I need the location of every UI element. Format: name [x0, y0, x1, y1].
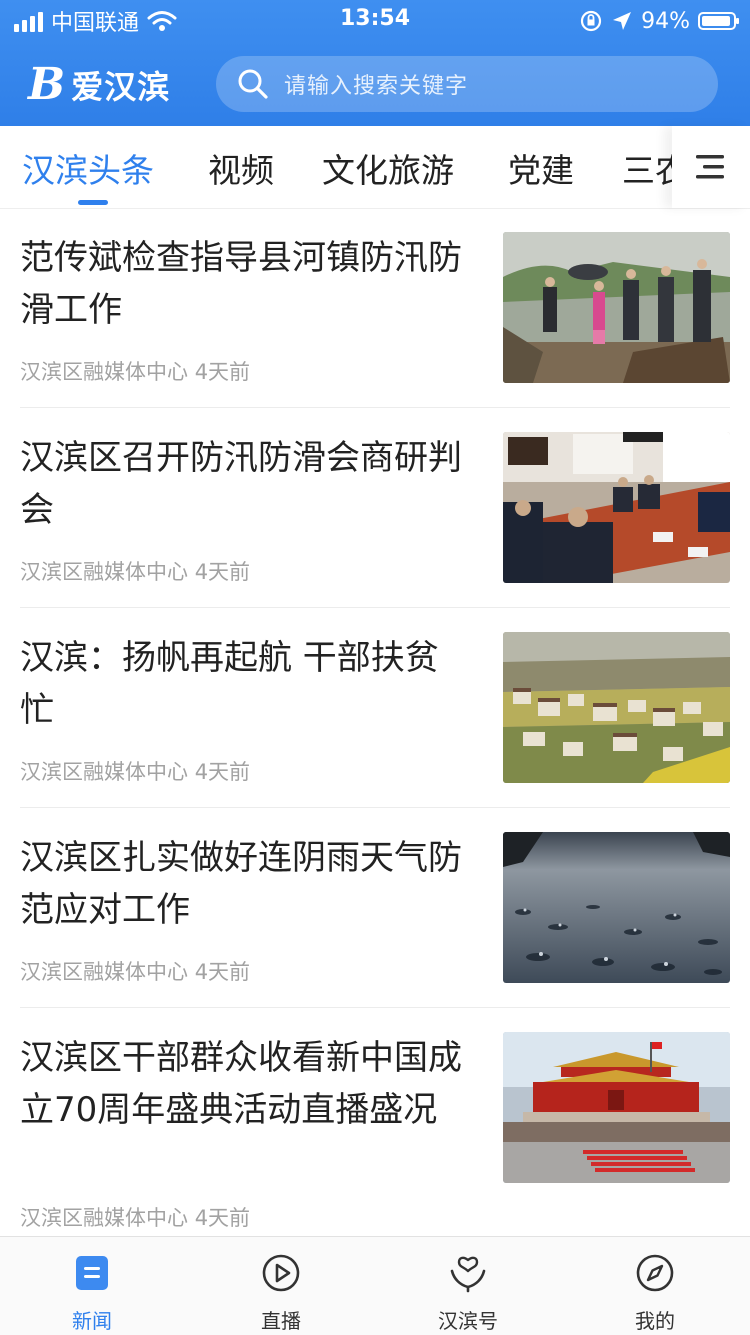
battery-percent: 94%	[641, 8, 690, 34]
battery-fill	[702, 16, 730, 26]
search-bar[interactable]: 请输入搜索关键字	[216, 56, 718, 112]
news-time: 4天前	[194, 1206, 251, 1230]
news-title: 汉滨区干部群众收看新中国成立70周年盛典活动直播盛况	[20, 1038, 462, 1130]
nav-label: 汉滨号	[438, 1309, 498, 1333]
news-source: 汉滨区融媒体中心	[20, 360, 188, 384]
tab-video[interactable]: 视频	[208, 144, 274, 192]
search-placeholder: 请输入搜索关键字	[284, 74, 469, 99]
news-meta: 汉滨区融媒体中心 4天前	[20, 756, 250, 786]
nav-live[interactable]: 直播	[221, 1237, 341, 1335]
bottom-nav: 新闻 直播 汉滨号 我的	[0, 1236, 750, 1335]
brand: B 爱汉滨	[28, 60, 170, 110]
news-source: 汉滨区融媒体中心	[20, 760, 188, 784]
news-thumbnail	[503, 432, 730, 583]
location-arrow-icon	[613, 12, 632, 30]
tab-menu-button[interactable]	[672, 126, 750, 208]
category-tabs: 汉滨头条 视频 文化旅游 党建 三农	[0, 126, 750, 209]
heart-hand-icon	[448, 1253, 488, 1293]
news-item[interactable]: 汉滨区干部群众收看新中国成立70周年盛典活动直播盛况 汉滨区融媒体中心 4天前	[20, 1008, 730, 1236]
status-bar: 中国联通 13:54 94%	[0, 0, 750, 42]
news-title: 汉滨：扬帆再起航 干部扶贫忙	[20, 638, 439, 730]
news-time: 4天前	[194, 360, 251, 384]
compass-icon	[635, 1253, 675, 1293]
play-icon	[261, 1253, 301, 1293]
app-header: 中国联通 13:54 94% B 爱汉滨 请输入搜索关键字	[0, 0, 750, 126]
news-thumbnail	[503, 632, 730, 783]
nav-mine[interactable]: 我的	[595, 1237, 715, 1335]
news-thumbnail	[503, 232, 730, 383]
news-title: 汉滨区召开防汛防滑会商研判会	[20, 438, 462, 530]
battery-icon	[698, 12, 739, 30]
news-source: 汉滨区融媒体中心	[20, 1206, 188, 1230]
news-meta: 汉滨区融媒体中心 4天前	[20, 1202, 250, 1232]
tab-culture-tourism[interactable]: 文化旅游	[322, 144, 454, 192]
brand-logo: B	[28, 59, 66, 110]
news-thumbnail	[503, 832, 730, 983]
search-icon	[236, 67, 270, 101]
news-item[interactable]: 汉滨区扎实做好连阴雨天气防范应对工作 汉滨区融媒体中心 4天前	[20, 808, 730, 1008]
status-right: 94%	[579, 6, 739, 36]
nav-label: 新闻	[72, 1309, 112, 1333]
tab-party-building[interactable]: 党建	[508, 144, 574, 192]
news-item[interactable]: 范传斌检查指导县河镇防汛防滑工作 汉滨区融媒体中心 4天前	[20, 208, 730, 408]
nav-label: 我的	[635, 1309, 675, 1333]
news-time: 4天前	[194, 960, 251, 984]
news-item[interactable]: 汉滨：扬帆再起航 干部扶贫忙 汉滨区融媒体中心 4天前	[20, 608, 730, 808]
nav-label: 直播	[261, 1309, 301, 1333]
news-meta: 汉滨区融媒体中心 4天前	[20, 356, 250, 386]
brand-name: 爱汉滨	[71, 68, 171, 106]
active-tab-indicator	[78, 200, 108, 205]
news-thumbnail	[503, 1032, 730, 1183]
news-meta: 汉滨区融媒体中心 4天前	[20, 956, 250, 986]
tab-hanbin-headlines[interactable]: 汉滨头条	[22, 144, 154, 192]
news-meta: 汉滨区融媒体中心 4天前	[20, 556, 250, 586]
nav-news[interactable]: 新闻	[32, 1237, 152, 1335]
nav-hanbin-account[interactable]: 汉滨号	[408, 1237, 528, 1335]
news-source: 汉滨区融媒体中心	[20, 560, 188, 584]
menu-icon	[696, 155, 724, 179]
news-time: 4天前	[194, 760, 251, 784]
news-icon	[72, 1253, 112, 1293]
news-item[interactable]: 汉滨区召开防汛防滑会商研判会 汉滨区融媒体中心 4天前	[20, 408, 730, 608]
news-source: 汉滨区融媒体中心	[20, 960, 188, 984]
news-time: 4天前	[194, 560, 251, 584]
news-title: 汉滨区扎实做好连阴雨天气防范应对工作	[20, 838, 462, 930]
rotation-lock-icon	[580, 10, 602, 32]
news-title: 范传斌检查指导县河镇防汛防滑工作	[20, 238, 462, 330]
